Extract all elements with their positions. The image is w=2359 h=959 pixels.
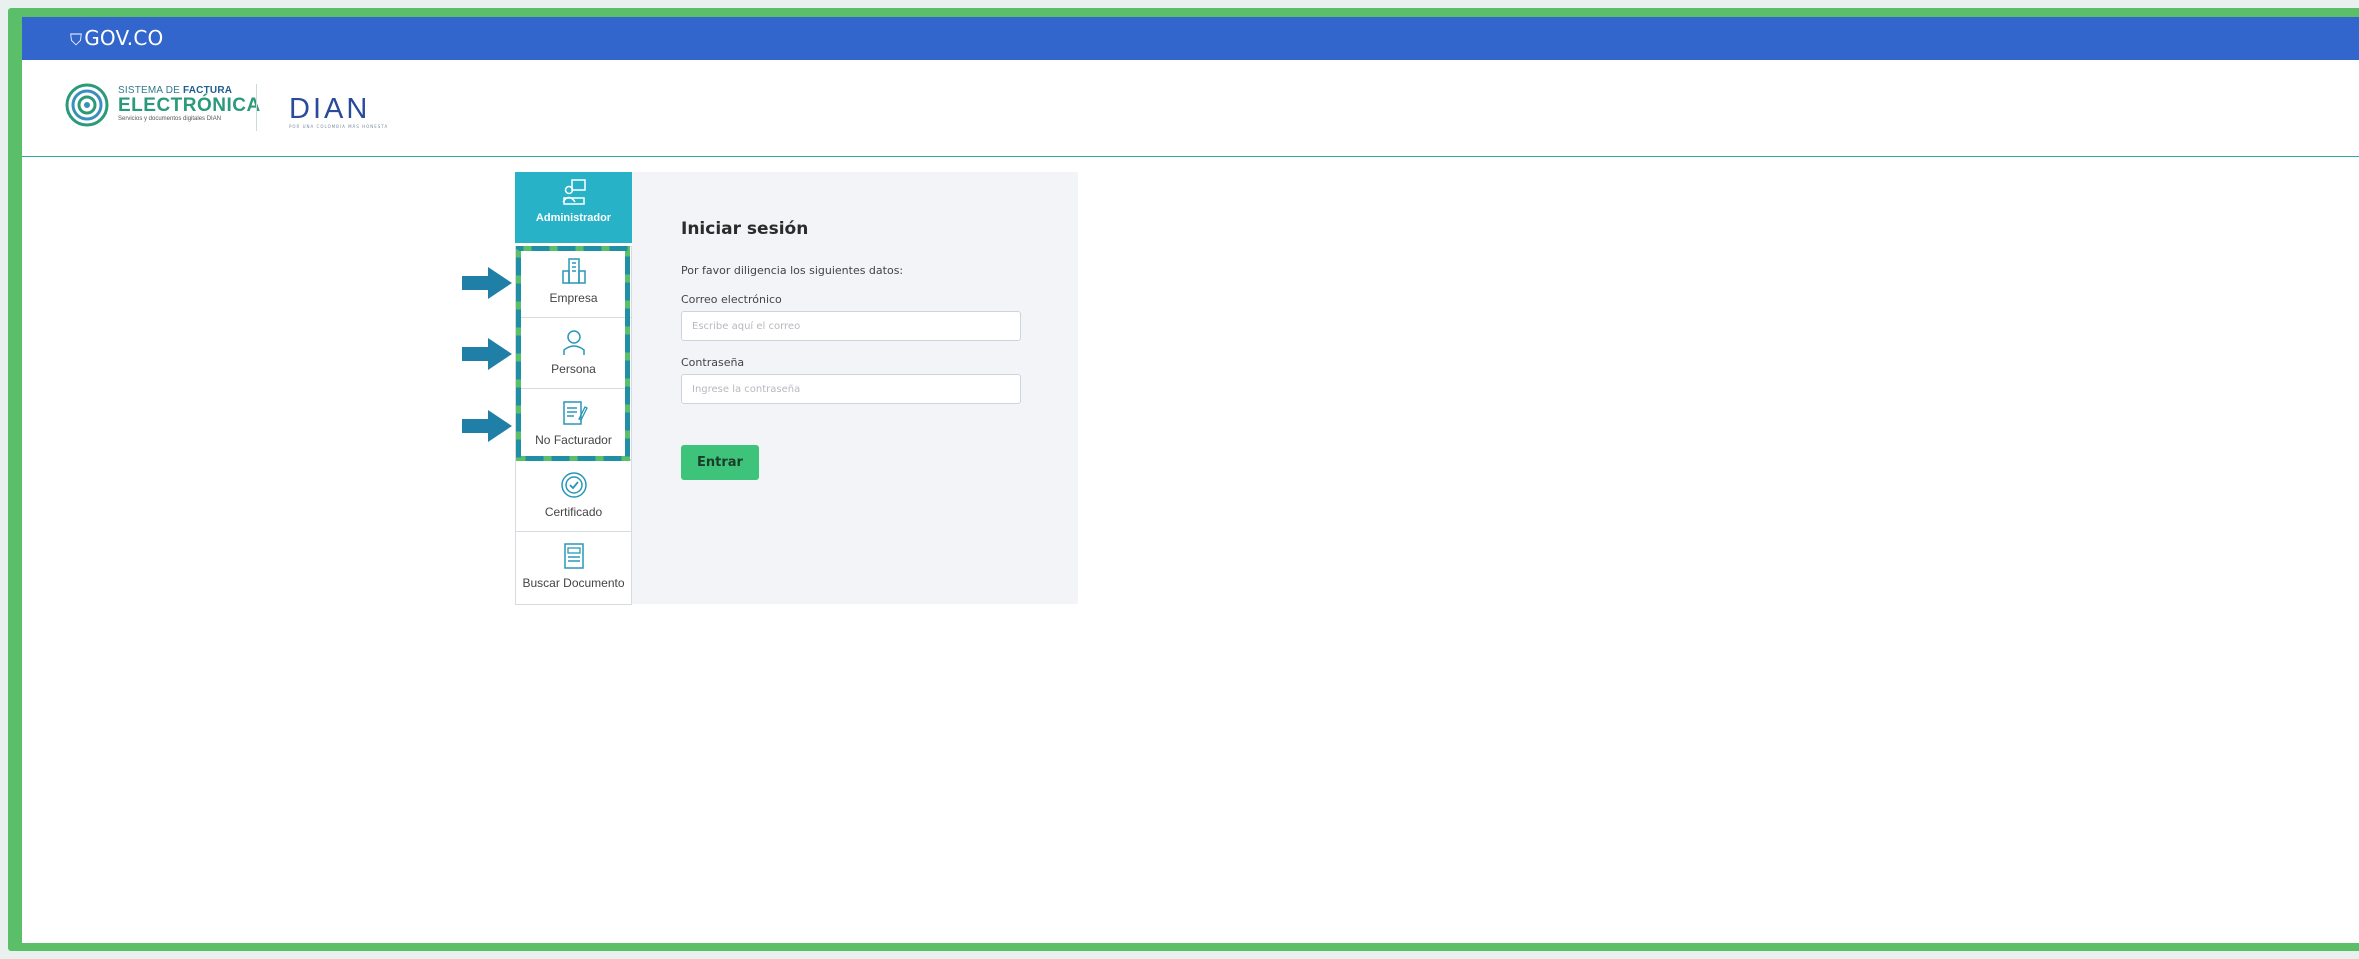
tab-no-facturador[interactable]: No Facturador bbox=[515, 388, 632, 460]
tab-persona[interactable]: Persona bbox=[515, 317, 632, 389]
certificate-icon bbox=[560, 472, 587, 498]
logo-divider bbox=[256, 84, 257, 131]
tab-certificado[interactable]: Certificado bbox=[515, 460, 632, 532]
login-instruction: Por favor diligencia los siguientes dato… bbox=[681, 264, 904, 277]
dian-logo[interactable]: DIAN POR UNA COLOMBIA MÁS HONESTA bbox=[289, 93, 389, 130]
arrow-empresa-icon bbox=[462, 267, 512, 299]
tab-administrador[interactable]: Administrador bbox=[515, 172, 640, 243]
gov-topbar: ⛉ GOV.CO bbox=[22, 17, 2359, 60]
submit-button[interactable]: Entrar bbox=[681, 445, 759, 480]
tab-empresa[interactable]: Empresa bbox=[515, 246, 632, 318]
gov-co-logo[interactable]: ⛉ GOV.CO bbox=[70, 26, 163, 50]
person-icon bbox=[562, 330, 585, 355]
gov-label: GOV.CO bbox=[84, 26, 164, 50]
tab-persona-label: Persona bbox=[551, 362, 596, 376]
page: ⛉ GOV.CO SISTEMA DE FACTURA ELECTRÓNICA S… bbox=[22, 17, 2359, 943]
password-field[interactable] bbox=[681, 374, 1021, 404]
tab-empresa-label: Empresa bbox=[549, 291, 598, 305]
login-panel: Iniciar sesión Por favor diligencia los … bbox=[632, 172, 1078, 604]
tab-buscar-documento-label: Buscar Documento bbox=[522, 576, 625, 590]
dian-subtitle: POR UNA COLOMBIA MÁS HONESTA bbox=[289, 124, 389, 129]
document-edit-icon bbox=[562, 401, 588, 425]
gov-shield-icon: ⛉ bbox=[70, 30, 83, 49]
email-field[interactable] bbox=[681, 311, 1021, 341]
login-title: Iniciar sesión bbox=[681, 219, 809, 239]
email-label: Correo electrónico bbox=[681, 293, 782, 306]
tab-buscar-documento[interactable]: Buscar Documento bbox=[515, 531, 632, 605]
sfe-line2: ELECTRÓNICA bbox=[118, 95, 261, 116]
header-divider bbox=[22, 156, 2359, 157]
tab-certificado-label: Certificado bbox=[544, 505, 603, 519]
arrow-no-facturador-icon bbox=[462, 410, 512, 442]
tab-administrador-label: Administrador bbox=[535, 212, 612, 224]
admin-icon bbox=[561, 179, 586, 205]
password-label: Contraseña bbox=[681, 356, 745, 369]
building-icon bbox=[561, 258, 586, 284]
arrow-persona-icon bbox=[462, 338, 512, 370]
dian-word: DIAN bbox=[289, 93, 371, 125]
brand-row: SISTEMA DE FACTURA ELECTRÓNICA Servicios… bbox=[22, 60, 2359, 156]
search-document-icon bbox=[563, 543, 584, 569]
factura-electronica-logo[interactable]: SISTEMA DE FACTURA ELECTRÓNICA Servicios… bbox=[64, 82, 264, 132]
sfe-line3: Servicios y documentos digitales DIAN bbox=[118, 116, 222, 122]
tab-no-facturador-label: No Facturador bbox=[535, 433, 612, 447]
fingerprint-icon bbox=[65, 83, 109, 127]
